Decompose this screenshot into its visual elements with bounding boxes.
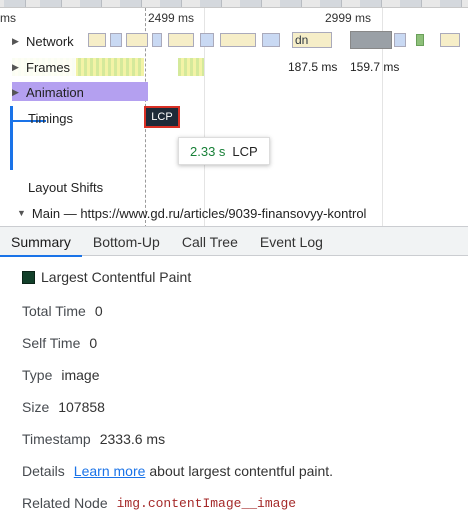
track-name: Animation: [26, 84, 84, 100]
network-track[interactable]: dn ▶ Network: [0, 28, 468, 54]
track-label-animation[interactable]: ▶ Animation: [12, 83, 90, 101]
network-request[interactable]: [126, 33, 148, 47]
detail-key: Size: [22, 399, 50, 415]
detail-row-details: Details Learn more about largest content…: [22, 463, 333, 479]
layout-shifts-track[interactable]: Layout Shifts: [0, 174, 468, 200]
filmstrip-frame[interactable]: [120, 0, 142, 7]
tab-bottom-up[interactable]: Bottom-Up: [82, 227, 171, 256]
filmstrip-frame[interactable]: [440, 0, 462, 7]
detail-key: Related Node: [22, 495, 108, 511]
event-title: Largest Contentful Paint: [22, 269, 191, 285]
screenshot-filmstrip[interactable]: [0, 0, 468, 8]
lcp-tooltip: 2.33 s LCP: [178, 137, 270, 165]
filmstrip-frame[interactable]: [240, 0, 262, 7]
track-label-layout-shifts[interactable]: Layout Shifts: [28, 178, 109, 196]
track-name: Frames: [26, 59, 71, 75]
frame-duration: 159.7 ms: [350, 60, 400, 74]
detail-row-self-time: Self Time 0: [22, 335, 97, 351]
network-request[interactable]: [200, 33, 214, 47]
detail-value: about largest contentful paint.: [149, 463, 334, 479]
track-label-timings[interactable]: Timings: [28, 109, 79, 127]
network-request[interactable]: [110, 33, 122, 47]
details-tabbar: Summary Bottom-Up Call Tree Event Log: [0, 226, 468, 257]
network-request[interactable]: [152, 33, 162, 47]
network-request[interactable]: dn: [292, 32, 332, 48]
filmstrip-frame[interactable]: [200, 0, 222, 7]
expand-triangle-icon[interactable]: ▶: [12, 62, 26, 73]
detail-value: 107858: [58, 399, 105, 415]
filmstrip-frame[interactable]: [40, 0, 62, 7]
detail-key: Timestamp: [22, 431, 91, 447]
event-color-swatch: [22, 270, 35, 284]
expand-triangle-icon[interactable]: ▶: [12, 87, 26, 98]
ruler-tick: ms: [0, 11, 16, 25]
filmstrip-frame[interactable]: [360, 0, 382, 7]
detail-row-size: Size 107858: [22, 399, 105, 415]
network-request[interactable]: [168, 33, 194, 47]
filmstrip-frame[interactable]: [280, 0, 302, 7]
related-node-link[interactable]: img.contentImage__image: [117, 496, 296, 511]
detail-value: image: [61, 367, 100, 383]
frames-bar[interactable]: [178, 58, 204, 76]
network-request[interactable]: [350, 31, 392, 49]
event-name: Largest Contentful Paint: [41, 269, 192, 285]
tooltip-label: LCP: [232, 143, 258, 159]
timings-track[interactable]: Timings: [0, 105, 468, 131]
frames-track[interactable]: 187.5 ms 159.7 ms ▶ Frames: [0, 54, 468, 80]
network-request[interactable]: [88, 33, 106, 47]
ruler-tick: 2999 ms: [325, 11, 372, 25]
detail-row-timestamp: Timestamp 2333.6 ms: [22, 431, 165, 447]
tab-summary[interactable]: Summary: [0, 227, 82, 257]
learn-more-link[interactable]: Learn more: [74, 463, 146, 479]
main-thread-label: Main — https://www.gd.ru/articles/9039-f…: [31, 205, 367, 221]
network-request[interactable]: [394, 33, 406, 47]
detail-key: Details: [22, 463, 65, 479]
ruler-tick: 2499 ms: [148, 11, 195, 25]
track-name: Network: [26, 33, 74, 49]
detail-value: 2333.6 ms: [99, 431, 166, 447]
track-name: Timings: [28, 110, 74, 126]
network-request[interactable]: [440, 33, 460, 47]
detail-key: Self Time: [22, 335, 81, 351]
timeline-overview[interactable]: ms 2499 ms 2999 ms dn ▶ Network 187.5 ms…: [0, 0, 468, 226]
filmstrip-frame[interactable]: [80, 0, 102, 7]
frame-duration: 187.5 ms: [288, 60, 338, 74]
lcp-marker[interactable]: LCP: [144, 106, 180, 128]
detail-row-total-time: Total Time 0: [22, 303, 103, 319]
tab-call-tree[interactable]: Call Tree: [171, 227, 249, 256]
filmstrip-frame[interactable]: [400, 0, 422, 7]
track-label-network[interactable]: ▶ Network: [12, 32, 80, 50]
tooltip-time: 2.33 s: [190, 143, 226, 159]
expand-triangle-icon[interactable]: ▶: [12, 36, 26, 47]
track-name: Layout Shifts: [28, 179, 104, 195]
time-ruler: ms 2499 ms 2999 ms: [0, 8, 468, 28]
network-request[interactable]: [262, 33, 280, 47]
detail-key: Total Time: [22, 303, 86, 319]
filmstrip-frame[interactable]: [320, 0, 342, 7]
network-request[interactable]: [220, 33, 256, 47]
animation-track[interactable]: ▶ Animation: [0, 79, 468, 105]
detail-row-type: Type image: [22, 367, 100, 383]
detail-row-related-node: Related Node img.contentImage__image: [22, 495, 296, 511]
filmstrip-frame[interactable]: [4, 0, 26, 7]
network-request[interactable]: [416, 34, 424, 46]
detail-value: 0: [89, 335, 98, 351]
filmstrip-frame[interactable]: [160, 0, 182, 7]
tab-event-log[interactable]: Event Log: [249, 227, 334, 256]
summary-details: Largest Contentful Paint Total Time 0 Se…: [0, 257, 468, 528]
detail-value: 0: [94, 303, 103, 319]
track-label-frames[interactable]: ▶ Frames: [12, 58, 77, 76]
detail-key: Type: [22, 367, 53, 383]
collapse-triangle-icon[interactable]: ▼: [17, 208, 26, 218]
main-thread-track[interactable]: ▼ Main — https://www.gd.ru/articles/9039…: [0, 204, 468, 222]
